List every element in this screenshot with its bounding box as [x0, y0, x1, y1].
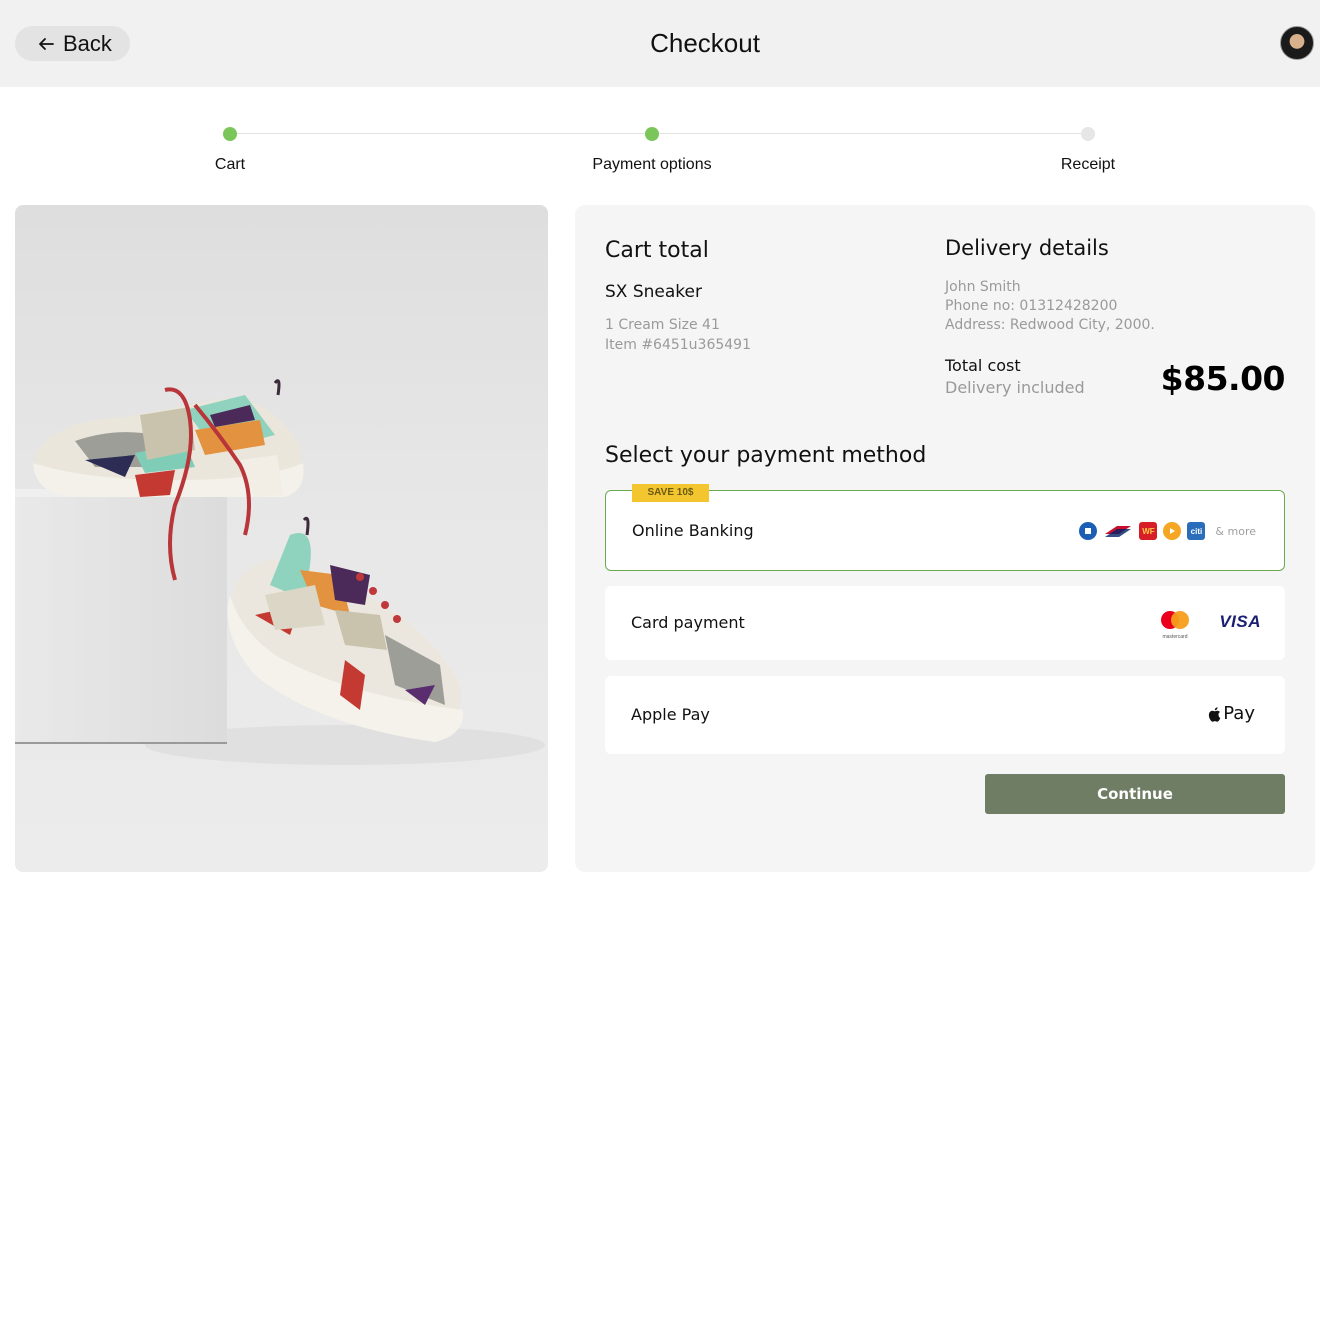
delivery-address: Address: Redwood City, 2000.: [945, 317, 1155, 333]
payment-option-apple-pay[interactable]: Apple Pay Pay: [605, 676, 1285, 754]
total-cost-label: Total cost: [945, 356, 1021, 375]
step-label-receipt: Receipt: [1060, 156, 1116, 173]
bofa-icon: [1103, 522, 1133, 540]
page-title: Checkout: [650, 28, 760, 58]
avatar[interactable]: [1280, 26, 1314, 60]
checkout-panel: Cart total SX Sneaker 1 Cream Size 41 It…: [575, 205, 1315, 872]
payment-option-online-banking[interactable]: SAVE 10$ Online Banking WF citi & more: [605, 484, 1285, 571]
bank-logos: WF citi & more: [1079, 522, 1256, 540]
save-badge: SAVE 10$: [632, 484, 709, 502]
cart-total-heading: Cart total: [605, 238, 709, 263]
step-indicator-payment-options: [645, 127, 659, 141]
payment-option-label: Card payment: [631, 613, 745, 632]
top-bar: Back Checkout: [0, 0, 1320, 87]
delivery-included-note: Delivery included: [945, 378, 1085, 397]
apple-pay-text: Pay: [1223, 703, 1255, 724]
product-name: SX Sneaker: [605, 282, 702, 302]
payment-option-label: Apple Pay: [631, 705, 710, 724]
visa-icon: VISA: [1219, 612, 1261, 631]
apple-logo-icon: [1209, 706, 1221, 722]
delivery-phone: Phone no: 01312428200: [945, 298, 1118, 314]
apple-pay-icon: Pay: [1207, 703, 1255, 724]
mastercard-caption: mastercard: [1162, 634, 1188, 640]
mastercard-icon: mastercard: [1159, 610, 1191, 640]
step-label-cart: Cart: [214, 156, 246, 173]
stepper-connector: [659, 133, 1081, 134]
sneaker-photo-illustration: [15, 379, 545, 765]
step-indicator-cart: [223, 127, 237, 141]
payment-option-label: Online Banking: [632, 521, 754, 540]
total-price: $85.00: [1160, 359, 1286, 398]
product-variant: 1 Cream Size 41: [605, 317, 720, 333]
more-banks-label: & more: [1215, 524, 1256, 538]
chase-icon: [1079, 522, 1098, 540]
delivery-name: John Smith: [945, 279, 1021, 295]
payment-method-heading: Select your payment method: [605, 443, 927, 468]
stepper-connector: [237, 133, 645, 134]
continue-button[interactable]: Continue: [985, 774, 1285, 814]
citi-icon: citi: [1187, 522, 1206, 540]
product-image: [15, 205, 548, 872]
step-indicator-receipt: [1081, 127, 1095, 141]
payment-option-card[interactable]: Card payment mastercard VISA: [605, 586, 1285, 660]
step-label-payment-options: Payment options: [592, 156, 712, 173]
delivery-details-heading: Delivery details: [945, 236, 1109, 260]
product-item-number: Item #6451u365491: [605, 337, 751, 353]
orange-bank-icon: [1163, 522, 1182, 540]
wells-fargo-icon: WF: [1139, 522, 1158, 540]
